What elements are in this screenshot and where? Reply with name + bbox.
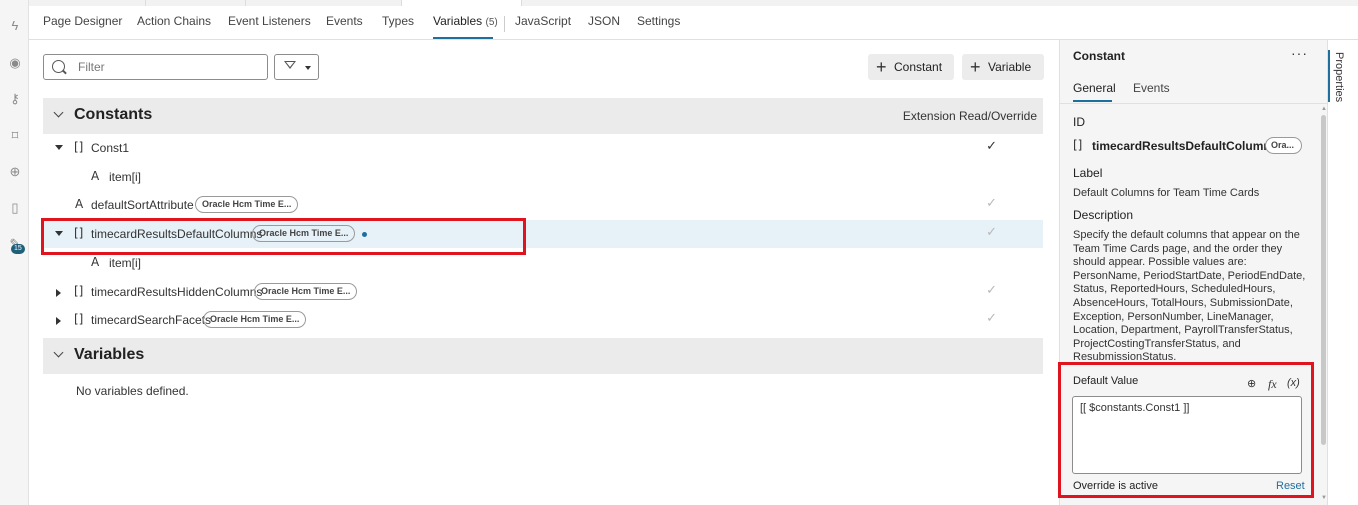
add-variable-button[interactable]: + Variable: [962, 54, 1044, 80]
active-rail-indicator: [1328, 50, 1330, 102]
checkmark-icon: ✓: [986, 311, 997, 326]
tab-settings[interactable]: Settings: [637, 14, 680, 28]
checkmark-icon: ✓: [986, 283, 997, 298]
constant-name: defaultSortAttribute: [91, 198, 194, 212]
extension-chip: Oracle Hcm Time E...: [195, 196, 299, 213]
highlight-box: [1058, 362, 1314, 498]
active-tab-indicator: [1073, 100, 1112, 102]
string-type-icon: A: [91, 255, 100, 269]
tree-row-const1[interactable]: [] Const1 ✓: [43, 134, 1043, 162]
puzzle-icon[interactable]: ⌑: [7, 128, 23, 144]
document-icon[interactable]: ▯: [7, 200, 23, 216]
tab-events[interactable]: Events: [1133, 81, 1170, 95]
checkmark-icon: ✓: [986, 139, 997, 154]
expand-toggle[interactable]: [56, 289, 61, 297]
filter-menu-button[interactable]: [274, 54, 319, 80]
tab-event-listeners[interactable]: Event Listeners: [228, 14, 311, 28]
tab-variables-label: Variables: [433, 14, 483, 28]
scrollbar-thumb[interactable]: [1321, 115, 1326, 445]
eye-icon[interactable]: ◉: [7, 55, 23, 71]
variables-editor: + Constant + Variable Constants Extensio…: [29, 40, 1059, 505]
filter-input[interactable]: [76, 59, 256, 75]
tree-row-item[interactable]: A item[i]: [43, 163, 1043, 191]
description-label: Description: [1073, 208, 1134, 222]
properties-rail-tab[interactable]: Properties: [1333, 52, 1345, 102]
constants-section-header[interactable]: Constants Extension Read/Override: [43, 98, 1043, 134]
plus-icon: +: [876, 57, 887, 77]
array-type-icon: []: [74, 312, 84, 326]
count-badge: 15: [11, 244, 25, 254]
plus-icon: +: [970, 57, 981, 77]
tab-javascript[interactable]: JavaScript: [515, 14, 571, 28]
tab-divider: [504, 16, 505, 32]
checkmark-icon: ✓: [986, 225, 997, 240]
collapse-toggle[interactable]: [55, 145, 63, 150]
search-icon: [52, 60, 65, 73]
tree-row-timecard-results-hidden-columns[interactable]: [] timecardResultsHiddenColumns Oracle H…: [43, 278, 1043, 306]
extension-chip: Oracle Hcm Time E...: [203, 311, 307, 328]
array-type-icon: []: [1073, 138, 1083, 152]
id-label: ID: [1073, 115, 1085, 129]
constant-name: item[i]: [109, 170, 142, 184]
panel-title: Constant: [1073, 49, 1125, 63]
variables-section-header[interactable]: Variables: [43, 338, 1043, 374]
extension-column-header: Extension Read/Override: [902, 109, 1037, 123]
tab-action-chains[interactable]: Action Chains: [137, 14, 211, 28]
tree-row-timecard-search-facets[interactable]: [] timecardSearchFacets Oracle Hcm Time …: [43, 306, 1043, 334]
constant-name: item[i]: [109, 256, 142, 270]
expand-toggle[interactable]: [56, 317, 61, 325]
array-type-icon: []: [74, 284, 84, 298]
variables-title: Variables: [74, 346, 145, 363]
tree-row-default-sort-attribute[interactable]: A defaultSortAttribute Oracle Hcm Time E…: [43, 191, 1043, 219]
activity-rail: ϟ ◉ ⚷ ⌑ ⊕ ▯ ✎ 15: [0, 0, 29, 505]
filter-field[interactable]: [43, 54, 268, 80]
tab-variables[interactable]: Variables (5): [433, 14, 498, 28]
tab-general[interactable]: General: [1073, 81, 1116, 95]
array-type-icon: []: [74, 140, 84, 154]
tab-page-designer[interactable]: Page Designer: [43, 14, 122, 28]
chevron-down-icon[interactable]: [53, 347, 64, 358]
tab-variables-count: (5): [485, 17, 498, 28]
tab-types[interactable]: Types: [382, 14, 414, 28]
lightning-icon[interactable]: ϟ: [7, 18, 23, 34]
empty-state-message: No variables defined.: [76, 384, 189, 398]
more-options-icon[interactable]: ···: [1291, 45, 1308, 61]
string-type-icon: A: [75, 197, 84, 211]
add-variable-label: Variable: [988, 60, 1032, 74]
label-value: Default Columns for Team Time Cards: [1073, 187, 1260, 199]
extension-chip: Ora...: [1265, 137, 1302, 154]
tab-events[interactable]: Events: [326, 14, 363, 28]
highlight-box: [41, 218, 526, 255]
properties-rail: Properties: [1327, 40, 1358, 505]
constant-id: timecardResultsDefaultColumns: [1092, 139, 1278, 153]
constant-name: timecardSearchFacets: [91, 313, 212, 327]
checkmark-icon: ✓: [986, 196, 997, 211]
label-label: Label: [1073, 166, 1103, 180]
extension-chip: Oracle Hcm Time E...: [254, 283, 358, 300]
chevron-down-icon: [305, 66, 311, 70]
string-type-icon: A: [91, 169, 100, 183]
tab-divider: [1060, 103, 1328, 104]
globe-icon[interactable]: ⊕: [7, 164, 23, 180]
designer-tabs: Page Designer Action Chains Event Listen…: [29, 6, 1358, 40]
active-tab-indicator: [433, 37, 493, 39]
funnel-icon-inner: [286, 62, 294, 67]
key-icon[interactable]: ⚷: [7, 91, 23, 107]
constant-name: timecardResultsHiddenColumns: [91, 285, 263, 299]
tab-json[interactable]: JSON: [588, 14, 620, 28]
constant-name: Const1: [91, 141, 130, 155]
constants-title: Constants: [74, 106, 153, 123]
add-constant-button[interactable]: + Constant: [868, 54, 954, 80]
description-value: Specify the default columns that appear …: [1073, 229, 1306, 364]
chevron-down-icon[interactable]: [53, 107, 64, 118]
add-constant-label: Constant: [894, 60, 943, 74]
